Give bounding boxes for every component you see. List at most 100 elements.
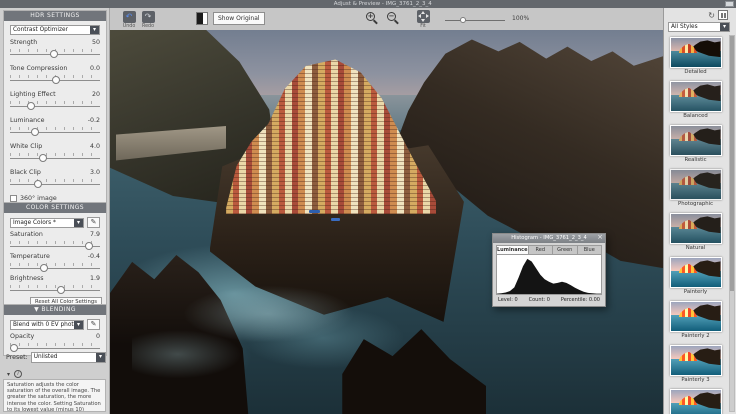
- chevron-down-icon[interactable]: ▾: [720, 23, 729, 31]
- style-thumbnail[interactable]: [669, 169, 722, 200]
- white-clip-slider[interactable]: [10, 152, 100, 162]
- color-mode-value: Image Colors *: [13, 219, 56, 226]
- black-clip-slider[interactable]: [10, 178, 100, 188]
- chevron-down-icon[interactable]: ▾: [96, 353, 105, 362]
- style-label: Balanced: [683, 113, 708, 119]
- blending-header[interactable]: ▼ BLENDING: [4, 305, 106, 315]
- slider-thumb[interactable]: [57, 286, 66, 294]
- histogram-title-bar[interactable]: Histogram - IMG_3761_2_3_4 ×: [493, 233, 605, 243]
- tone-compression-value: 0.0: [89, 65, 100, 72]
- columns-view-icon[interactable]: [718, 10, 728, 20]
- style-item[interactable]: Painterly 2: [664, 301, 727, 343]
- lighting-effect-label: Lighting Effect: [10, 91, 56, 98]
- style-label: Detailed: [684, 69, 707, 75]
- brightness-slider[interactable]: [10, 284, 100, 294]
- style-item[interactable]: Painterly 3: [664, 345, 727, 387]
- undo-button[interactable]: ↶: [122, 11, 136, 23]
- brightness-label: Brightness: [10, 275, 44, 282]
- tab-luminance[interactable]: Luminance: [496, 245, 529, 255]
- zoom-slider-thumb[interactable]: [460, 17, 466, 23]
- blend-mode-dropdown[interactable]: Blend with 0 EV photo ▾: [10, 319, 84, 330]
- chevron-down-icon[interactable]: ▾: [74, 218, 83, 227]
- slider-thumb[interactable]: [26, 102, 35, 110]
- style-thumbnail[interactable]: [669, 37, 722, 68]
- slider-thumb[interactable]: [50, 50, 59, 58]
- slider-ticks: [10, 343, 100, 346]
- style-thumbnail[interactable]: [669, 125, 722, 156]
- style-item[interactable]: Natural: [664, 213, 727, 255]
- hdr-method-dropdown[interactable]: Contrast Optimizer ▾: [10, 25, 100, 35]
- tab-red[interactable]: Red: [528, 245, 554, 255]
- opacity-slider[interactable]: [9, 342, 100, 352]
- preview-toolbar: ↶ Undo ↷ Redo Show Original + − Fit 100%: [110, 8, 663, 30]
- styles-filter-value: All Styles: [671, 24, 698, 30]
- style-thumbnail[interactable]: [669, 257, 722, 288]
- redo-icon: ↷: [144, 12, 152, 21]
- close-icon[interactable]: ×: [597, 233, 603, 242]
- style-thumbnail[interactable]: [669, 213, 722, 244]
- redo-label: Redo: [141, 24, 155, 29]
- redo-button[interactable]: ↷: [141, 11, 155, 23]
- window-control-button[interactable]: [725, 1, 734, 7]
- slider-thumb[interactable]: [31, 128, 40, 136]
- style-item[interactable]: Detailed: [664, 37, 727, 79]
- strength-label: Strength: [10, 39, 38, 46]
- preset-dropdown[interactable]: Unlisted ▾: [30, 352, 106, 363]
- style-thumbnail[interactable]: [669, 301, 722, 332]
- saturation-label: Saturation: [10, 231, 43, 238]
- zoom-out-button[interactable]: −: [387, 12, 400, 25]
- show-original-button[interactable]: Show Original: [213, 12, 265, 25]
- slider-thumb[interactable]: [52, 76, 60, 84]
- zoom-in-button[interactable]: +: [366, 12, 379, 25]
- slider-thumb[interactable]: [9, 344, 18, 352]
- slider-thumb[interactable]: [39, 154, 48, 162]
- scrollbar-thumb[interactable]: [730, 36, 734, 291]
- tab-green[interactable]: Green: [553, 245, 578, 255]
- strength-slider[interactable]: [10, 48, 100, 58]
- 360-image-checkbox[interactable]: [10, 195, 17, 202]
- style-thumbnail[interactable]: [669, 389, 722, 414]
- saturation-slider[interactable]: [10, 240, 100, 250]
- blending-panel: ▼ BLENDING Blend with 0 EV photo ▾ ✎ Opa…: [3, 304, 107, 356]
- style-thumbnail[interactable]: [669, 81, 722, 112]
- temperature-slider[interactable]: [10, 262, 100, 272]
- lighting-effect-slider[interactable]: [10, 100, 100, 110]
- style-label: Painterly: [683, 289, 708, 295]
- blend-mode-value: Blend with 0 EV photo: [13, 321, 74, 328]
- tone-compression-slider[interactable]: [10, 74, 100, 84]
- style-item[interactable]: Painterly: [664, 257, 727, 299]
- style-item[interactable]: Painterly 4: [664, 389, 727, 414]
- tab-blue[interactable]: Blue: [577, 245, 602, 255]
- style-item[interactable]: Balanced: [664, 81, 727, 123]
- photo-sea-foam: [132, 268, 437, 384]
- eyedropper-icon[interactable]: ✎: [87, 217, 100, 228]
- color-mode-dropdown[interactable]: Image Colors * ▾: [10, 217, 84, 228]
- zoom-slider[interactable]: [445, 16, 505, 24]
- refresh-icon[interactable]: ↻: [708, 11, 715, 20]
- slider-thumb[interactable]: [85, 242, 94, 250]
- chevron-down-icon[interactable]: ▾: [90, 26, 99, 34]
- styles-filter-dropdown[interactable]: All Styles ▾: [668, 22, 730, 32]
- styles-scrollbar[interactable]: [729, 35, 735, 412]
- preview-image[interactable]: [110, 30, 663, 414]
- slider-ticks: [10, 153, 100, 156]
- eyedropper-icon[interactable]: ✎: [87, 319, 100, 330]
- style-thumbnail[interactable]: [669, 345, 722, 376]
- brightness-value: 1.9: [89, 275, 100, 282]
- slider-ticks: [10, 179, 100, 182]
- fit-button[interactable]: [416, 10, 430, 23]
- histogram-level: Level: 0: [498, 297, 518, 303]
- style-item[interactable]: Realistic: [664, 125, 727, 167]
- luminance-slider[interactable]: [10, 126, 100, 136]
- slider-thumb[interactable]: [34, 180, 42, 188]
- chevron-down-icon[interactable]: ▾: [74, 320, 83, 329]
- info-icon[interactable]: i: [14, 370, 23, 378]
- collapse-chevron-icon[interactable]: ▾: [7, 371, 10, 378]
- setting-description-text: Saturation adjusts the color saturation …: [3, 379, 106, 412]
- style-item[interactable]: Photographic: [664, 169, 727, 211]
- before-after-icon[interactable]: [196, 12, 208, 25]
- histogram-window[interactable]: Histogram - IMG_3761_2_3_4 × Luminance R…: [492, 233, 606, 307]
- zoom-percentage: 100%: [512, 15, 530, 22]
- slider-ticks: [10, 101, 100, 104]
- slider-thumb[interactable]: [40, 264, 49, 272]
